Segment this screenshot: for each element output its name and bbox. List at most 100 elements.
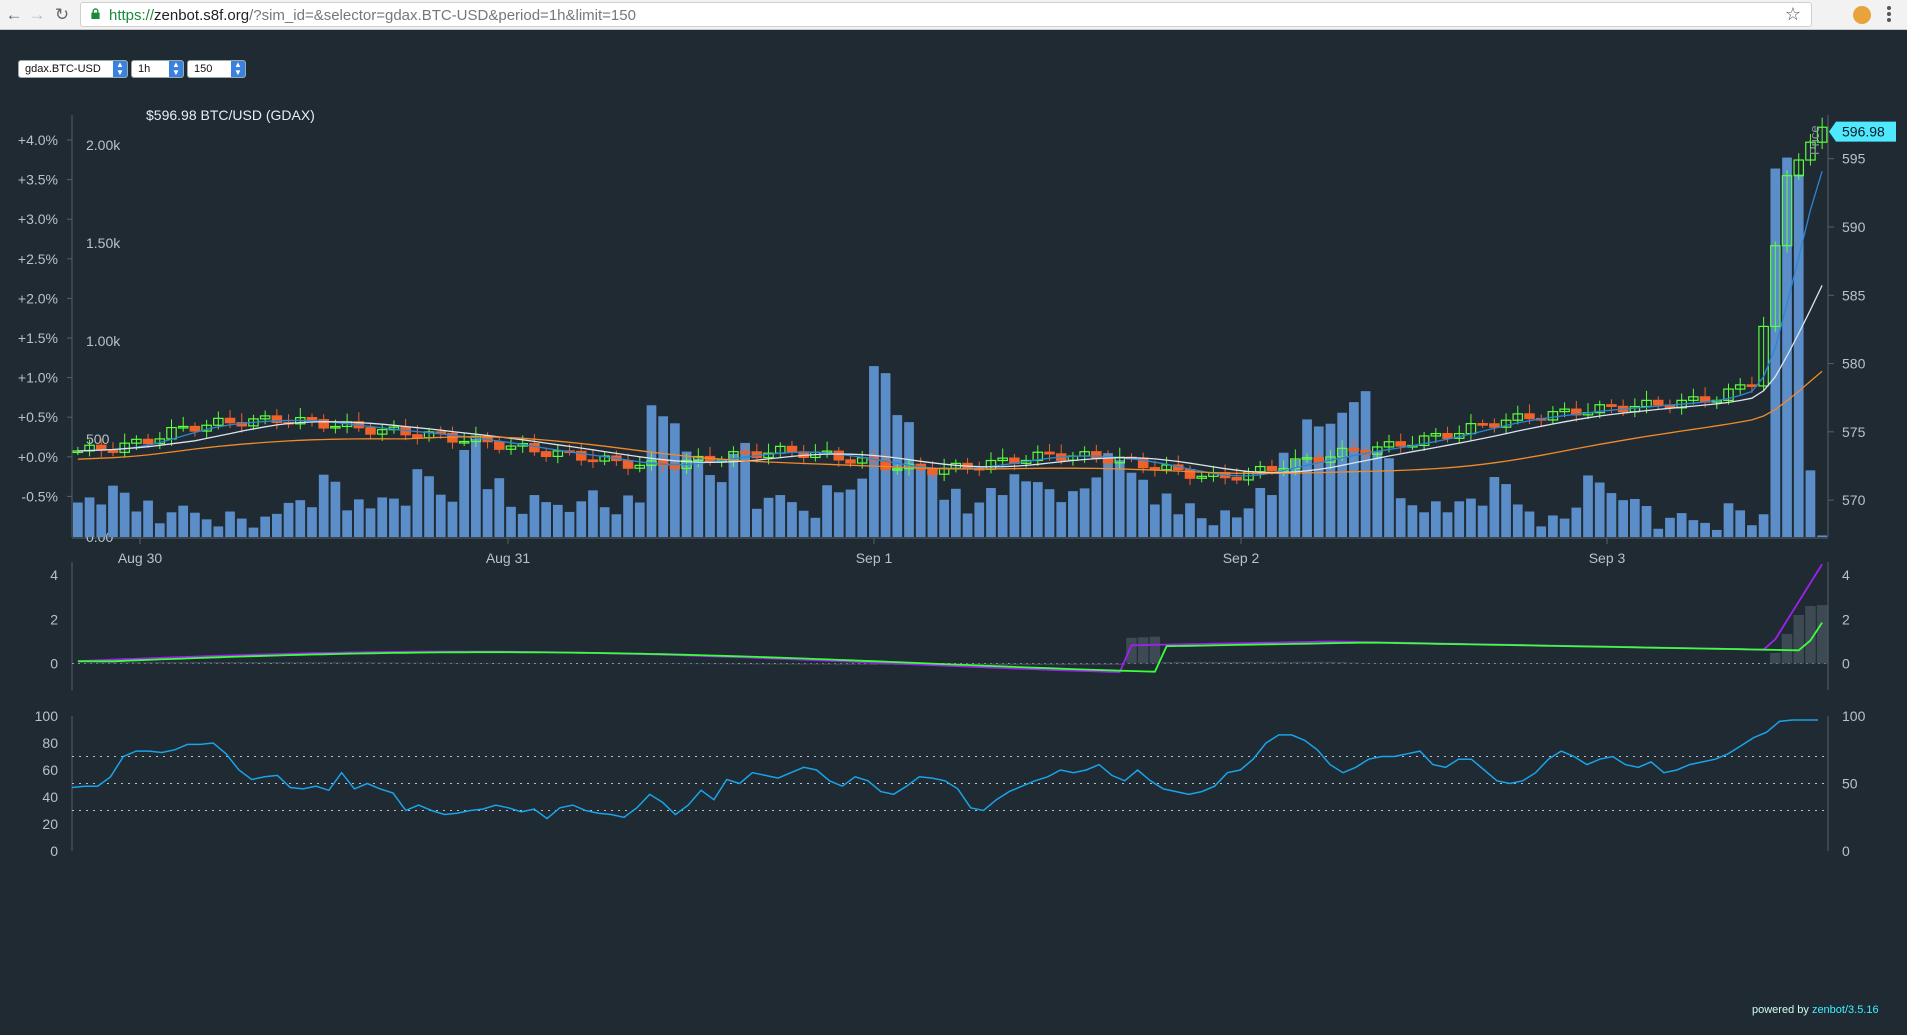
volume-bar xyxy=(213,526,224,537)
macd-histogram-bar xyxy=(1793,614,1805,664)
volume-bar xyxy=(424,476,434,537)
volume-bar xyxy=(646,405,657,537)
signal-line xyxy=(77,622,1823,673)
volume-bar xyxy=(471,439,481,537)
volume-tick-label: 1.00k xyxy=(86,333,121,349)
macd-histogram-bar xyxy=(1009,663,1020,666)
pct-tick-label: +4.0% xyxy=(18,132,58,148)
price-chart[interactable]: +4.0% +3.5% +3.0% +2.5% +2.0% +1.5% +1.0% +0.5%… xyxy=(0,0,1907,1035)
volume-bar xyxy=(564,511,575,537)
volume-bar xyxy=(927,471,938,537)
macd-histogram-bar xyxy=(1091,663,1102,666)
pct-tick-label: +1.0% xyxy=(18,370,58,386)
macd-histogram-bar xyxy=(224,662,236,664)
volume-bar xyxy=(892,415,903,537)
down-candle xyxy=(142,438,154,445)
macd-histogram-bar xyxy=(259,662,271,664)
down-candle xyxy=(833,450,845,461)
macd-tick-label: 2 xyxy=(50,611,58,627)
macd-histogram-bar xyxy=(236,662,248,664)
down-candle xyxy=(927,468,938,475)
volume-bar xyxy=(974,502,985,537)
volume-bar xyxy=(1606,493,1617,537)
volume-bar xyxy=(529,495,540,537)
volume-bar xyxy=(1419,512,1429,537)
volume-bar xyxy=(623,495,633,537)
volume-bar xyxy=(1711,529,1722,537)
volume-tick-label: 2.00k xyxy=(86,137,121,153)
macd-histogram-bar xyxy=(213,661,224,664)
x-tick-label: Sep 3 xyxy=(1589,550,1626,566)
macd-tick-label: 4 xyxy=(1842,567,1850,583)
volume-bar xyxy=(951,488,961,537)
macd-histogram-bar xyxy=(856,663,868,665)
macd-histogram-bar xyxy=(447,662,458,664)
down-candle xyxy=(540,451,552,457)
volume-bar xyxy=(435,494,446,537)
macd-line xyxy=(77,563,1823,674)
rsi-tick-label: 0 xyxy=(50,843,58,859)
macd-histogram-bar xyxy=(868,663,880,665)
volume-bar xyxy=(236,518,247,537)
volume-bar xyxy=(1044,489,1055,537)
macd-histogram-bar xyxy=(95,662,107,664)
volume-bar xyxy=(365,508,376,537)
down-candle xyxy=(1395,441,1406,447)
macd-histogram-bar xyxy=(295,662,306,664)
macd-histogram-bar xyxy=(728,663,739,665)
price-tick-label: 580 xyxy=(1842,356,1866,372)
macd-histogram-bar xyxy=(1055,663,1067,666)
down-candle xyxy=(1091,451,1102,460)
volume-bar xyxy=(1395,498,1406,537)
volume-bar xyxy=(459,449,470,537)
volume-bar xyxy=(201,519,212,537)
volume-bar xyxy=(1583,475,1593,537)
volume-bar xyxy=(1477,505,1488,537)
macd-histogram-bar xyxy=(470,662,482,664)
volume-bar xyxy=(166,512,177,537)
volume-bar xyxy=(190,512,200,537)
down-candle xyxy=(1044,451,1055,455)
down-candle xyxy=(529,443,540,453)
macd-histogram-bar xyxy=(248,662,259,664)
down-candle xyxy=(412,434,423,439)
down-candle xyxy=(739,451,751,454)
rsi-panel: 100 80 60 40 20 0 100 50 0 xyxy=(35,708,1866,859)
macd-histogram-bar xyxy=(833,663,845,665)
macd-histogram-bar xyxy=(1126,637,1137,664)
macd-histogram-bar xyxy=(1184,661,1196,664)
footer-brand-link[interactable]: zenbot/3.5.16 xyxy=(1812,1004,1879,1016)
down-candle xyxy=(587,459,599,463)
down-candle xyxy=(1266,465,1278,472)
main-panel: +4.0% +3.5% +3.0% +2.5% +2.0% +1.5% +1.0% +0.5%… xyxy=(18,115,1896,566)
macd-histogram-bar xyxy=(423,662,435,664)
volume-bar xyxy=(763,497,774,537)
volume-bar xyxy=(1009,474,1020,537)
macd-histogram-bar xyxy=(271,662,283,664)
macd-histogram-bar xyxy=(1336,662,1348,664)
volume-bar xyxy=(1688,520,1699,537)
volume-bar xyxy=(330,481,341,537)
macd-histogram-bar xyxy=(1079,663,1090,666)
volume-bar xyxy=(1430,501,1441,537)
volume-bar xyxy=(915,464,926,537)
volume-bar xyxy=(845,489,856,537)
volume-bar xyxy=(962,513,973,537)
rsi-tick-label: 40 xyxy=(42,789,58,805)
volume-bar xyxy=(1629,498,1640,537)
volume-bar xyxy=(260,516,271,537)
macd-histogram-bar xyxy=(716,663,727,665)
macd-histogram-bar xyxy=(704,663,716,665)
volume-bar xyxy=(1454,501,1465,537)
macd-histogram-bar xyxy=(283,662,294,664)
footer-prefix: powered by xyxy=(1752,1004,1812,1016)
down-candle xyxy=(1489,423,1500,428)
volume-bar xyxy=(611,514,622,537)
volume-bar xyxy=(377,497,388,537)
volume-bar xyxy=(389,498,399,537)
macd-panel: 4 4 2 2 0 0 xyxy=(50,562,1850,690)
macd-histogram-bar xyxy=(763,663,774,665)
macd-histogram-bar xyxy=(1231,661,1243,664)
volume-bar xyxy=(1466,498,1476,537)
macd-histogram-bar xyxy=(1020,663,1032,666)
